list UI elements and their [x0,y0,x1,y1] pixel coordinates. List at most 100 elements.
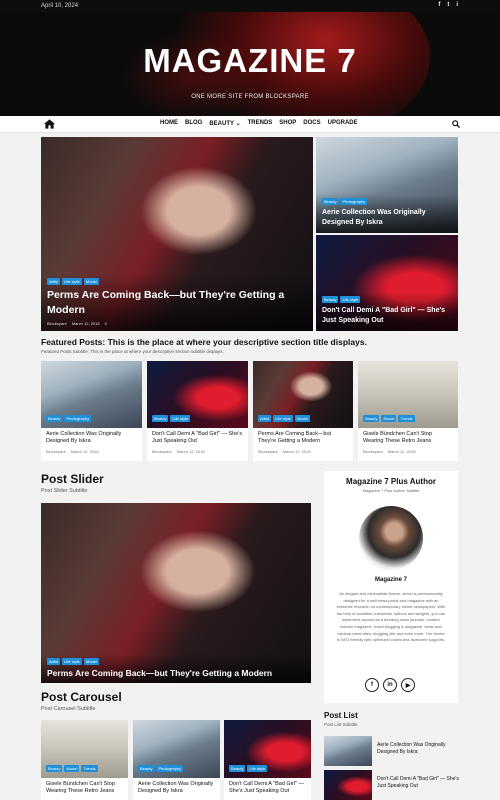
slide-title[interactable]: Perms Are Coming Back—but They're Gettin… [47,668,305,678]
category-badge[interactable]: Life style [62,277,82,285]
card-title[interactable]: Aerie Collection Was Originally Designed… [46,431,137,446]
post-date: March 12, 2018 [387,448,416,454]
hero-side-title[interactable]: Aerie Collection Was Originally Designed… [322,208,452,228]
carousel-card[interactable]: Beauty Photography Aerie Collection Was … [133,720,220,800]
category-badge[interactable]: Beauty [322,296,339,304]
card-title[interactable]: Aerie Collection Was Originally Designed… [138,781,215,796]
author-widget-title: Magazine 7 Plus Author [346,477,436,486]
hero-side-post-2[interactable]: Beauty Life style Don't Call Demi A "Bad… [316,235,458,331]
facebook-icon[interactable]: f [438,2,440,8]
category-badge[interactable]: Model [64,765,80,772]
category-badge[interactable]: Beauty [138,765,155,772]
nav-item-beauty[interactable]: BEAUTY ⌄ [209,120,240,127]
post-author[interactable]: Blockspare [152,449,172,454]
nav-item-blog[interactable]: BLOG [185,120,202,127]
post-slider-slide[interactable]: Artist Life style Model Perms Are Coming… [41,503,311,683]
youtube-icon[interactable]: ▶ [401,678,415,692]
category-badge[interactable]: Beauty [46,415,63,422]
card-badges: Beauty Life style [152,415,191,422]
hero-main-post[interactable]: Artist Life style Model Perms Are Coming… [41,137,313,331]
category-badge[interactable]: Model [83,658,99,665]
author-name[interactable]: Magazine 7 [324,577,458,583]
post-date: March 12, 2018 [176,448,205,454]
card-image[interactable]: Beauty Life style [147,361,248,428]
instagram-icon[interactable]: i [456,2,458,8]
category-badge[interactable]: Beauty [322,198,339,206]
card-image[interactable]: Beauty Photography [133,720,220,778]
hero-side-title[interactable]: Don't Call Demi A "Bad Girl" — She's Jus… [322,306,452,326]
post-date: March 12, 2018 [70,448,99,454]
featured-card[interactable]: Beauty Photography Aerie Collection Was … [41,361,142,461]
featured-card[interactable]: Artist Life style Model Perms Are Coming… [253,361,353,461]
category-badge[interactable]: Trends [81,765,98,772]
card-image[interactable]: Beauty Model Trends [358,361,458,428]
hero-side-overlay: Beauty Life style Don't Call Demi A "Bad… [316,292,458,331]
category-badge[interactable]: Life style [62,658,82,665]
card-badges: Beauty Photography [46,415,92,422]
category-badge[interactable]: Model [83,277,99,285]
featured-card[interactable]: Beauty Model Trends Gisele Bündchen Can'… [358,361,458,461]
nav-item-trends[interactable]: TRENDS [248,120,273,127]
linkedin-icon[interactable]: in [383,678,397,692]
card-title[interactable]: Gisele Bündchen Can't Stop Wearing These… [363,431,453,446]
author-description: An elegant and minimalistic theme, which… [336,591,446,643]
card-image[interactable]: Beauty Life style [224,720,311,778]
category-badge[interactable]: Life style [273,415,293,422]
home-icon[interactable] [44,119,55,129]
carousel-card[interactable]: Beauty Life style Don't Call Demi A "Bad… [224,720,311,800]
site-title[interactable]: MAGAZINE 7 [0,42,500,80]
hero-side-badges: Beauty Life style [322,296,452,304]
category-badge[interactable]: Beauty [363,415,380,422]
card-title[interactable]: Don't Call Demi A "Bad Girl" — She's Jus… [152,431,243,446]
post-author[interactable]: Blockspare [47,321,67,326]
post-meta: Blockspare March 12, 2018 [258,449,348,454]
nav-item-home[interactable]: HOME [160,120,178,127]
carousel-card[interactable]: Beauty Model Trends Gisele Bündchen Can'… [41,720,128,800]
post-list-item-title[interactable]: Don't Call Demi A "Bad Girl" — She's Jus… [377,776,459,790]
category-badge[interactable]: Life style [170,415,191,422]
post-list-thumbnail[interactable] [324,770,372,800]
post-list-item[interactable]: Aerie Collection Was Originally Designed… [324,736,458,766]
category-badge[interactable]: Artist [47,658,61,665]
hero-main-title[interactable]: Perms Are Coming Back—but They're Gettin… [47,288,309,318]
card-title[interactable]: Gisele Bündchen Can't Stop Wearing These… [46,781,123,796]
twitter-icon[interactable]: t [447,2,449,8]
post-author[interactable]: Blockspare [258,449,278,454]
post-author[interactable]: Blockspare [363,449,383,454]
author-avatar[interactable] [359,506,423,570]
card-image[interactable]: Beauty Photography [41,361,142,428]
card-badges: Beauty Model Trends [46,765,98,772]
category-badge[interactable]: Photography [156,765,184,772]
card-title[interactable]: Don't Call Demi A "Bad Girl" — She's Jus… [229,781,306,796]
category-badge[interactable]: Life style [247,765,268,772]
card-badges: Beauty Life style [229,765,268,772]
card-image[interactable]: Beauty Model Trends [41,720,128,778]
category-badge[interactable]: Artist [258,415,272,422]
hero-side-post-1[interactable]: Beauty Photography Aerie Collection Was … [316,137,458,233]
category-badge[interactable]: Beauty [229,765,246,772]
category-badge[interactable]: Beauty [46,765,63,772]
facebook-icon[interactable]: f [365,678,379,692]
search-icon[interactable] [452,120,460,128]
category-badge[interactable]: Beauty [152,415,169,422]
nav-item-upgrade[interactable]: UPGRADE [328,120,358,127]
comment-count[interactable]: 0 [105,321,107,326]
post-list-thumbnail[interactable] [324,736,372,766]
category-badge[interactable]: Photography [340,198,368,206]
post-date: March 12, 2018 [71,321,100,326]
card-title[interactable]: Perms Are Coming Back—but They're Gettin… [258,431,348,446]
nav-item-shop[interactable]: SHOP [279,120,296,127]
card-image[interactable]: Artist Life style Model [253,361,353,428]
category-badge[interactable]: Model [294,415,310,422]
category-badge[interactable]: Life style [340,296,361,304]
nav-item-docs[interactable]: DOCS [303,120,320,127]
category-badge[interactable]: Artist [47,277,61,285]
post-list-item[interactable]: Don't Call Demi A "Bad Girl" — She's Jus… [324,770,459,800]
category-badge[interactable]: Photography [64,415,92,422]
category-badge[interactable]: Model [381,415,397,422]
category-badge[interactable]: Trends [398,415,415,422]
post-list-item-title[interactable]: Aerie Collection Was Originally Designed… [377,742,459,756]
post-author[interactable]: Blockspare [46,449,66,454]
slide-badges: Artist Life style Model [47,658,305,665]
featured-card[interactable]: Beauty Life style Don't Call Demi A "Bad… [147,361,248,461]
